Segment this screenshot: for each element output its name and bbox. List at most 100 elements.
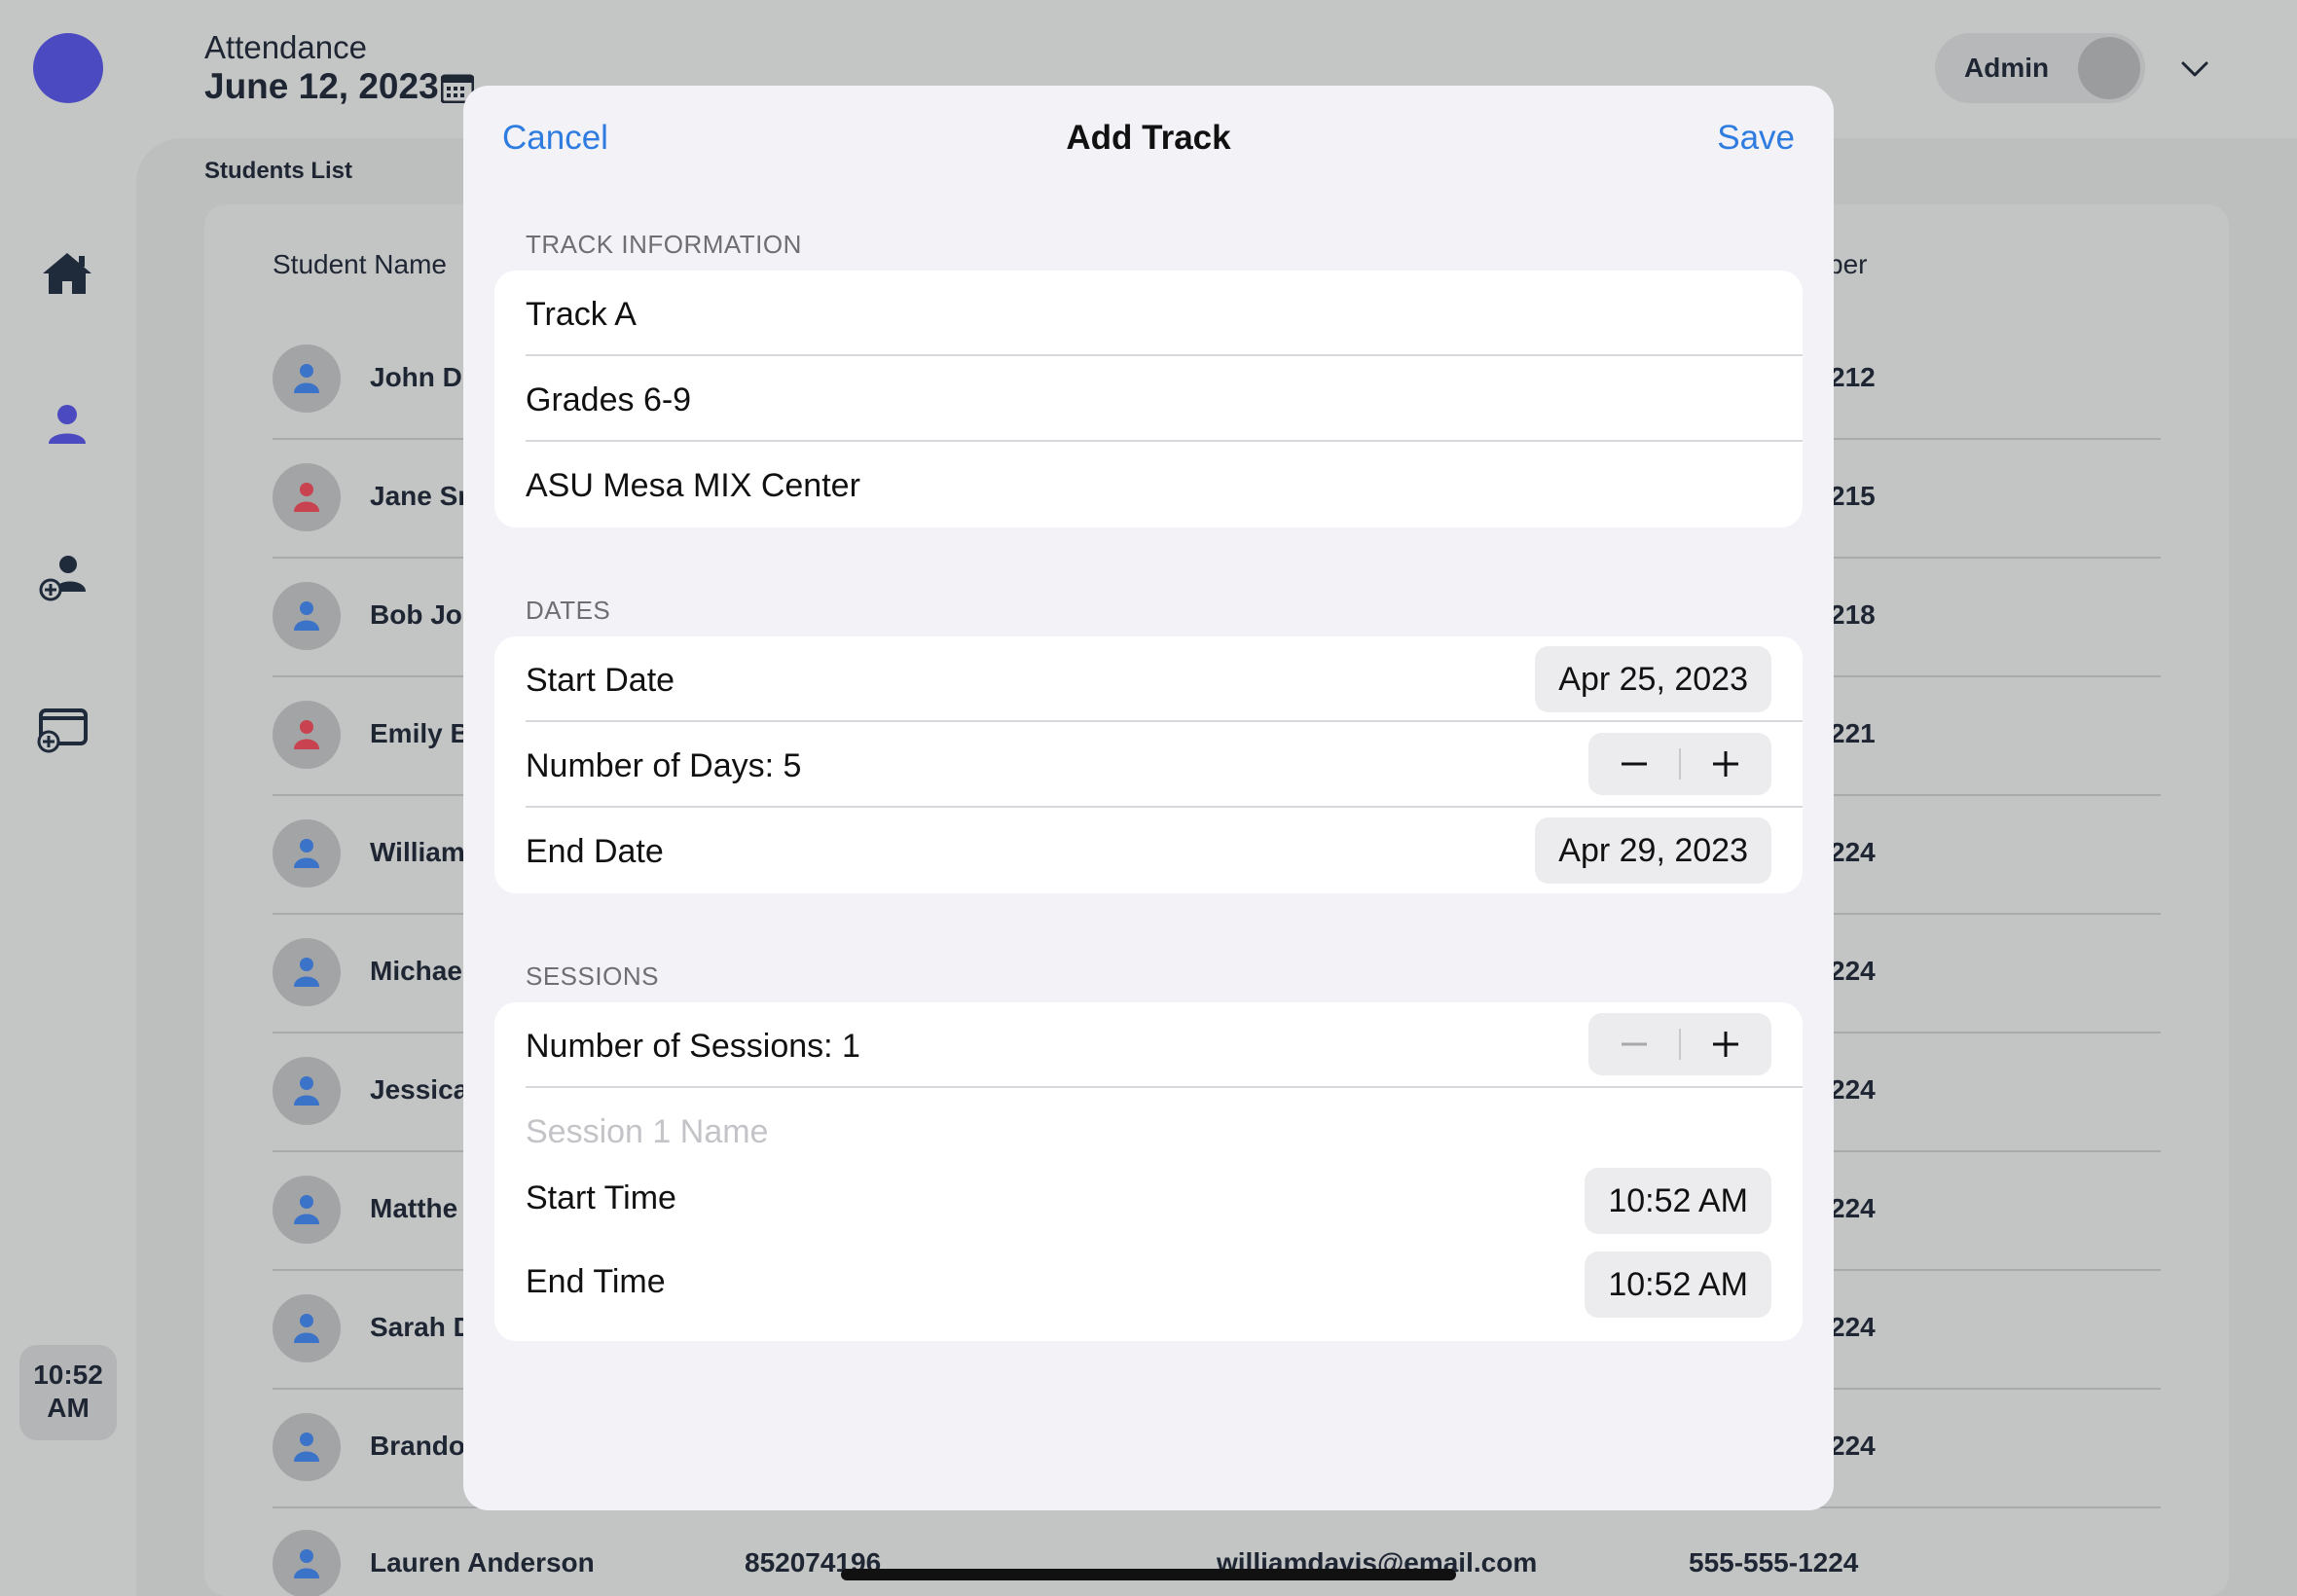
person-icon (294, 364, 319, 393)
location-value: ASU Mesa MIX Center (526, 467, 860, 504)
student-avatar (273, 582, 341, 650)
page-title: Attendance (204, 29, 367, 65)
grades-value: Grades 6-9 (526, 381, 692, 418)
end-date-row: End Date Apr 29, 2023 (526, 808, 1803, 893)
student-name: Jane Sr (370, 481, 469, 511)
student-avatar (273, 463, 341, 531)
clock-time: 10:52 (33, 1360, 103, 1390)
minus-icon (1622, 762, 1647, 766)
student-name: Michae (370, 956, 462, 986)
student-avatar (273, 1413, 341, 1481)
section-header-sessions: SESSIONS (526, 961, 659, 991)
column-header-student-name: Student Name (273, 249, 447, 279)
plus-icon (1713, 751, 1738, 777)
track-information-group: Track A Grades 6-9 ASU Mesa MIX Center (494, 271, 1803, 527)
start-date-picker[interactable]: Apr 25, 2023 (1535, 646, 1771, 712)
person-icon (294, 1314, 319, 1343)
start-time-picker[interactable]: 10:52 AM (1585, 1168, 1771, 1234)
student-avatar (273, 1530, 341, 1596)
location-field[interactable]: ASU Mesa MIX Center (526, 442, 1803, 527)
user-role-label: Admin (1964, 53, 2050, 83)
person-icon (294, 958, 319, 987)
student-phone-partial: 224 (1830, 956, 1876, 986)
person-icon (294, 839, 319, 868)
student-avatar (273, 1176, 341, 1244)
sessions-group: Number of Sessions: 1 Session 1 Name Sta… (494, 1002, 1803, 1341)
clock-period: AM (47, 1393, 90, 1423)
sheet-nav-bar: Cancel Add Track Save (463, 86, 1834, 195)
student-phone-partial: 224 (1830, 837, 1876, 867)
student-name: William (370, 837, 465, 867)
save-button[interactable]: Save (1717, 119, 1795, 158)
table-row[interactable]: Lauren Anderson 852074196 williamdavis@e… (273, 1506, 2161, 1596)
start-date-row: Start Date Apr 25, 2023 (526, 636, 1803, 722)
student-name: Bob Jol (370, 599, 470, 630)
student-name: Sarah D (370, 1312, 473, 1342)
student-name: Brando (370, 1431, 465, 1461)
chevron-down-icon[interactable] (2178, 53, 2211, 86)
end-date-label: End Date (526, 833, 664, 870)
student-phone-partial: 224 (1830, 1431, 1876, 1461)
track-name-field[interactable]: Track A (526, 271, 1803, 356)
session-name-field[interactable]: Session 1 Name (526, 1088, 1803, 1162)
student-avatar (273, 345, 341, 413)
section-header-dates: DATES (526, 596, 611, 625)
end-date-picker[interactable]: Apr 29, 2023 (1535, 817, 1771, 884)
app-logo (33, 33, 103, 103)
student-name: Jessica (370, 1074, 469, 1105)
student-phone-partial: 221 (1830, 718, 1876, 748)
person-icon (294, 1076, 319, 1106)
person-icon[interactable] (39, 397, 95, 453)
student-phone-partial: 215 (1830, 481, 1876, 511)
person-icon (294, 483, 319, 512)
student-phone: 555-555-1224 (1689, 1547, 1859, 1578)
start-date-label: Start Date (526, 662, 675, 699)
student-phone-partial: 224 (1830, 1193, 1876, 1223)
add-window-icon[interactable] (35, 699, 91, 755)
sheet-title: Add Track (1066, 119, 1231, 157)
start-time-label: Start Time (526, 1179, 676, 1216)
grades-field[interactable]: Grades 6-9 (526, 356, 1803, 442)
clock-display: 10:52 AM (19, 1345, 117, 1440)
number-of-sessions-label: Number of Sessions: 1 (526, 1028, 860, 1065)
start-time-row: Start Time 10:52 AM (526, 1162, 1803, 1246)
student-avatar (273, 938, 341, 1006)
session-name-placeholder: Session 1 Name (526, 1113, 769, 1150)
student-avatar (273, 819, 341, 888)
days-decrement-button[interactable] (1588, 733, 1680, 795)
dates-group: Start Date Apr 25, 2023 Number of Days: … (494, 636, 1803, 893)
student-phone-partial: 212 (1830, 362, 1876, 392)
sessions-increment-button[interactable] (1680, 1013, 1771, 1075)
column-header-number: ber (1828, 249, 1868, 279)
current-date: June 12, 2023 (204, 66, 439, 106)
sessions-decrement-button[interactable] (1588, 1013, 1680, 1075)
days-increment-button[interactable] (1680, 733, 1771, 795)
number-of-days-row: Number of Days: 5 (526, 722, 1803, 808)
home-icon[interactable] (39, 245, 95, 302)
section-header-track-information: TRACK INFORMATION (526, 230, 802, 259)
end-time-label: End Time (526, 1263, 666, 1300)
end-time-row: End Time 10:52 AM (526, 1246, 1803, 1329)
number-of-days-stepper (1588, 733, 1771, 795)
add-person-icon[interactable] (35, 549, 91, 605)
student-name: Emily B (370, 718, 470, 748)
number-of-days-label: Number of Days: 5 (526, 747, 802, 784)
student-name: Matthe (370, 1193, 458, 1223)
person-icon (294, 720, 319, 749)
person-icon (294, 1549, 319, 1578)
number-of-sessions-stepper (1588, 1013, 1771, 1075)
student-name: Lauren Anderson (370, 1547, 595, 1578)
avatar[interactable] (2078, 37, 2140, 99)
student-avatar (273, 701, 341, 769)
number-of-sessions-row: Number of Sessions: 1 (526, 1002, 1803, 1088)
end-time-picker[interactable]: 10:52 AM (1585, 1251, 1771, 1318)
minus-icon (1622, 1042, 1647, 1046)
home-indicator (841, 1569, 1456, 1580)
track-name-value: Track A (526, 296, 637, 333)
plus-icon (1713, 1032, 1738, 1057)
person-icon (294, 1195, 319, 1224)
student-phone-partial: 218 (1830, 599, 1876, 630)
person-icon (294, 1433, 319, 1462)
students-list-heading: Students List (204, 158, 353, 184)
student-name: John D (370, 362, 462, 392)
